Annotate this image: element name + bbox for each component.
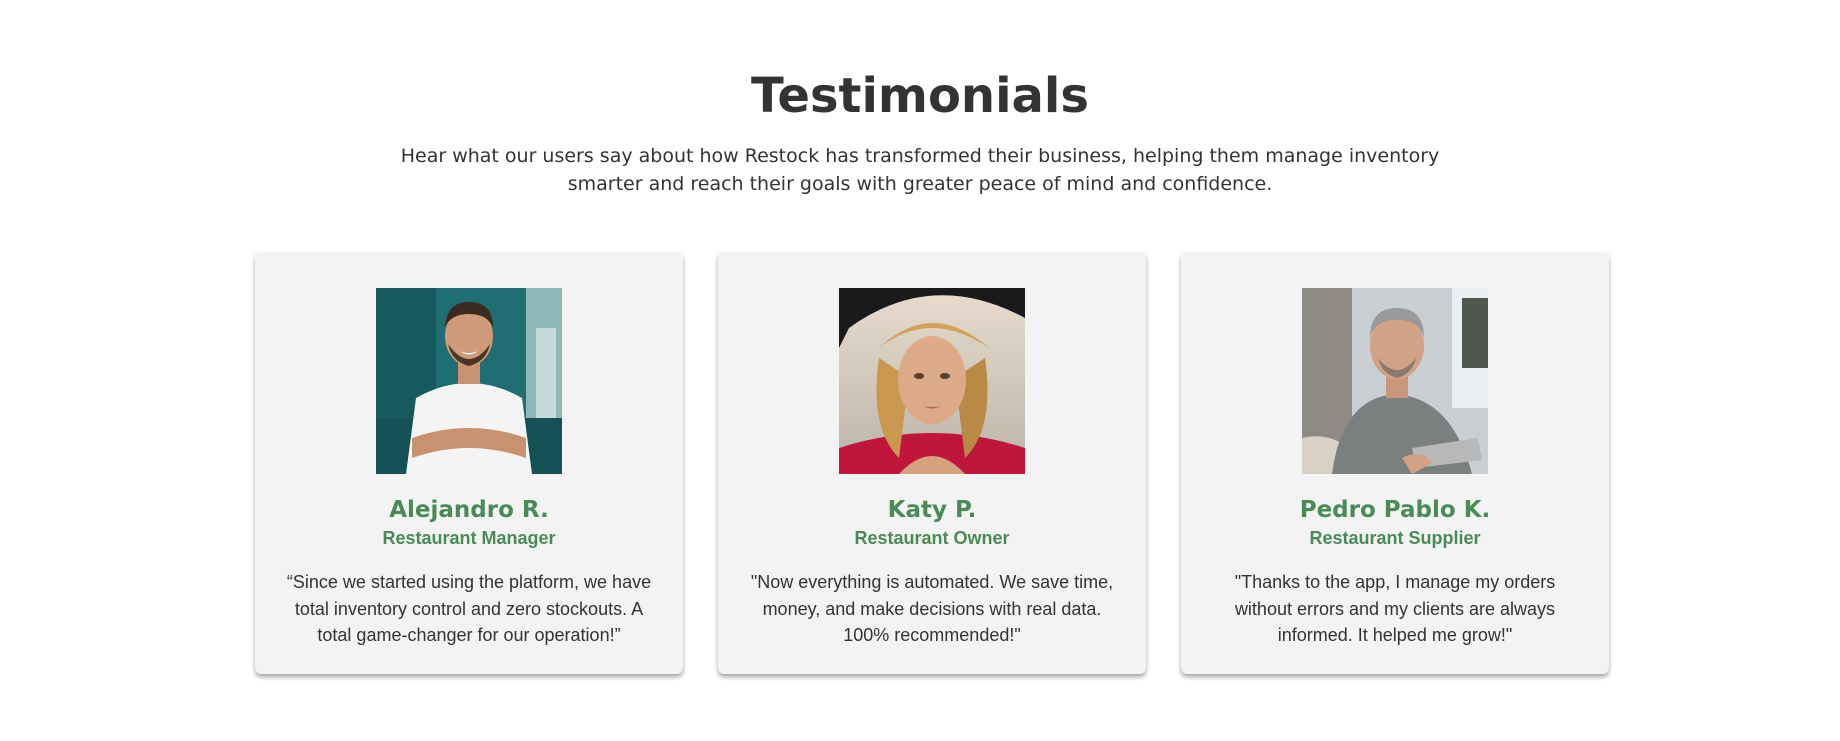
section-subtitle: Hear what our users say about how Restoc…	[400, 145, 1440, 195]
testimonial-quote: “Since we started using the platform, we…	[286, 572, 652, 645]
testimonial-quote: "Thanks to the app, I manage my orders w…	[1234, 572, 1556, 645]
testimonial-cards: Alejandro R. Restaurant Manager “Since w…	[255, 252, 1609, 674]
avatar-alejandro	[376, 288, 562, 474]
avatar-pedro	[1302, 288, 1488, 474]
testimonial-quote: "Now everything is automated. We save ti…	[750, 572, 1114, 645]
testimonial-role: Restaurant Manager	[382, 528, 556, 548]
testimonial-name: Alejandro R.	[389, 497, 549, 523]
section-title: Testimonials	[751, 68, 1089, 124]
testimonial-name: Pedro Pablo K.	[1299, 497, 1491, 523]
testimonial-role: Restaurant Supplier	[1309, 528, 1481, 548]
testimonial-role: Restaurant Owner	[854, 528, 1010, 548]
avatar-katy	[839, 288, 1025, 474]
testimonial-card: Katy P. Restaurant Owner "Now everything…	[718, 252, 1146, 674]
testimonials-section: Testimonials Hear what our users say abo…	[0, 0, 1840, 741]
testimonial-card: Alejandro R. Restaurant Manager “Since w…	[255, 252, 683, 674]
testimonial-card: Pedro Pablo K. Restaurant Supplier "Than…	[1181, 252, 1609, 674]
testimonial-name: Katy P.	[887, 497, 977, 523]
